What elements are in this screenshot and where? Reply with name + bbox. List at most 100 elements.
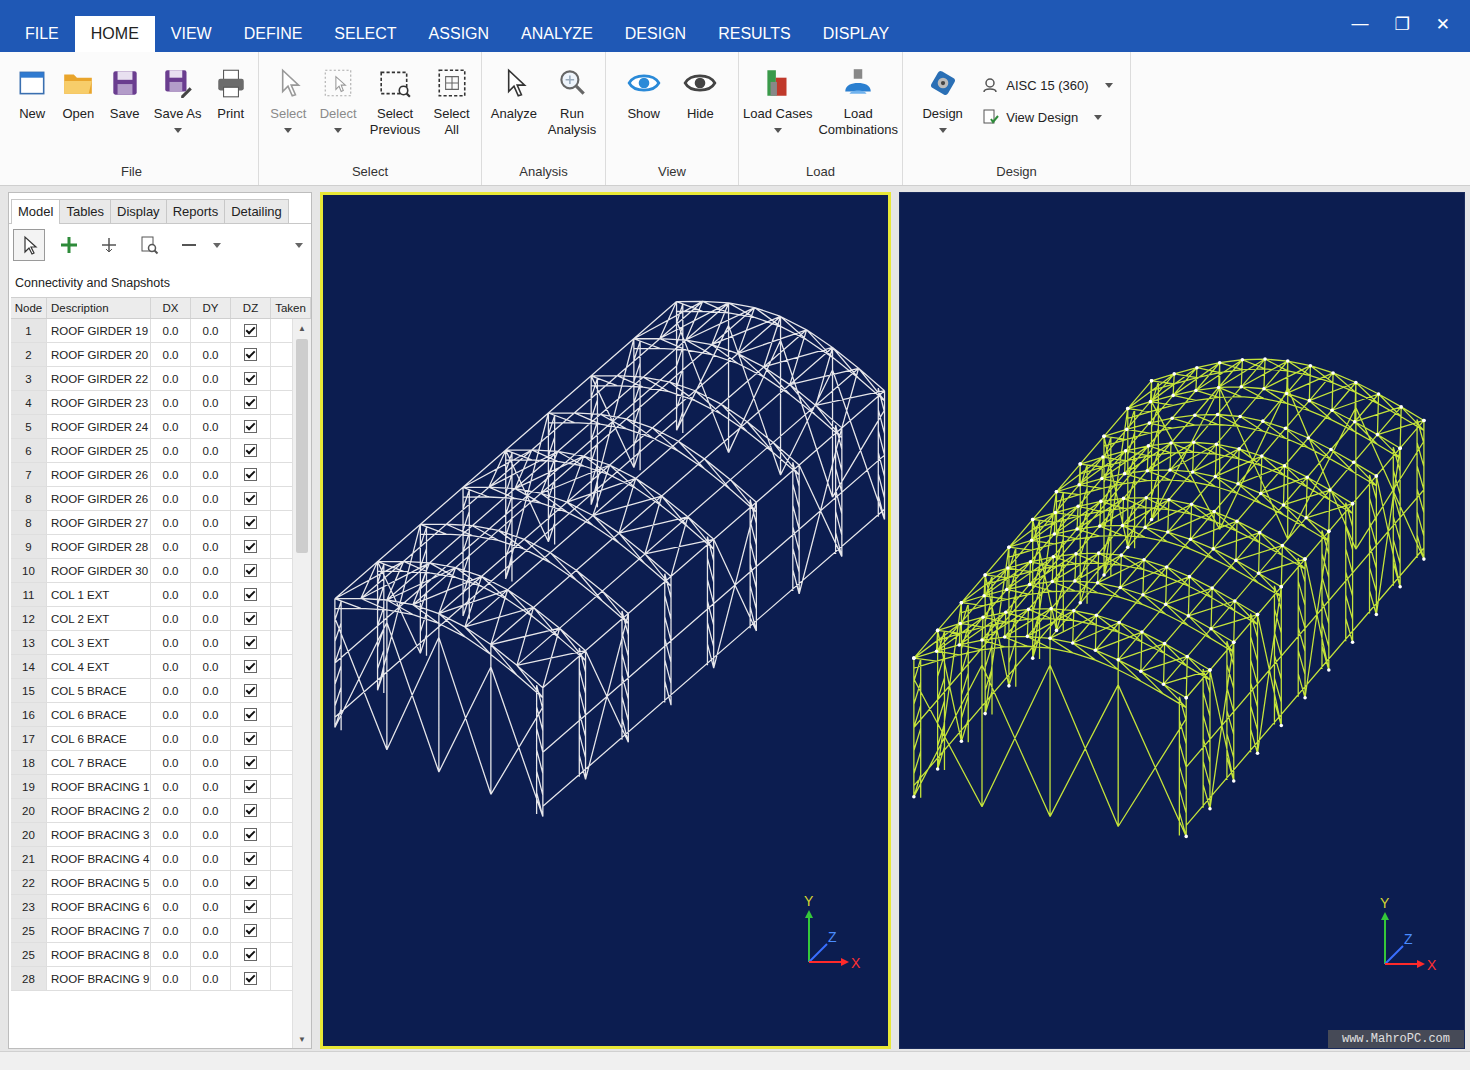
table-row[interactable]: 17COL 6 BRACE0.00.0 (11, 727, 292, 751)
window-control-button[interactable]: — (1352, 14, 1369, 35)
tool-button[interactable] (53, 229, 85, 261)
dz-checkbox[interactable] (244, 804, 257, 817)
dz-checkbox[interactable] (244, 780, 257, 793)
table-row[interactable]: 21ROOF BRACING 40.00.0 (11, 847, 292, 871)
scrollbar[interactable]: ▲▼ (292, 319, 311, 1048)
table-row[interactable]: 12COL 2 EXT0.00.0 (11, 607, 292, 631)
table-row[interactable]: 25ROOF BRACING 80.00.0 (11, 943, 292, 967)
dz-checkbox[interactable] (244, 372, 257, 385)
dz-checkbox[interactable] (244, 828, 257, 841)
dz-checkbox[interactable] (244, 444, 257, 457)
table-row[interactable]: 13COL 3 EXT0.00.0 (11, 631, 292, 655)
tool-button[interactable] (173, 229, 205, 261)
menu-tab[interactable]: FILE (9, 16, 75, 52)
menu-tab[interactable]: HOME (75, 16, 155, 52)
dz-checkbox[interactable] (244, 900, 257, 913)
ribbon-button[interactable]: Select (268, 66, 308, 133)
design-option[interactable]: View Design (982, 108, 1112, 126)
dz-checkbox[interactable] (244, 348, 257, 361)
tool-button[interactable] (13, 229, 45, 261)
dz-checkbox[interactable] (244, 396, 257, 409)
table-row[interactable]: 23ROOF BRACING 60.00.0 (11, 895, 292, 919)
ribbon-button[interactable]: Analyze (489, 66, 539, 122)
table-row[interactable]: 11COL 1 EXT0.00.0 (11, 583, 292, 607)
column-header[interactable]: DY (191, 298, 231, 318)
ribbon-button[interactable]: Load Combinations (816, 66, 899, 138)
menu-tab[interactable]: SELECT (318, 16, 412, 52)
panel-menu-caret[interactable] (295, 243, 303, 248)
ribbon-button[interactable]: Select All (432, 66, 472, 138)
window-control-button[interactable]: ❐ (1395, 14, 1410, 35)
ribbon-button[interactable]: Run Analysis (546, 66, 598, 138)
table-row[interactable]: 28ROOF BRACING 90.00.0 (11, 967, 292, 991)
menu-tab[interactable]: ASSIGN (413, 16, 505, 52)
table-row[interactable]: 7ROOF GIRDER 260.00.0 (11, 463, 292, 487)
column-header[interactable]: DX (151, 298, 191, 318)
menu-tab[interactable]: RESULTS (702, 16, 807, 52)
dz-checkbox[interactable] (244, 684, 257, 697)
ribbon-button[interactable]: Design (920, 66, 964, 133)
scroll-up-button[interactable]: ▲ (293, 319, 311, 337)
dz-checkbox[interactable] (244, 564, 257, 577)
table-row[interactable]: 8ROOF GIRDER 260.00.0 (11, 487, 292, 511)
ribbon-button[interactable]: Save As (152, 66, 204, 133)
table-row[interactable]: 18COL 7 BRACE0.00.0 (11, 751, 292, 775)
dz-checkbox[interactable] (244, 492, 257, 505)
ribbon-button[interactable]: Load Cases (741, 66, 814, 133)
ribbon-button[interactable]: Show (625, 66, 663, 122)
table-row[interactable]: 16COL 6 BRACE0.00.0 (11, 703, 292, 727)
table-row[interactable]: 3ROOF GIRDER 220.00.0 (11, 367, 292, 391)
dz-checkbox[interactable] (244, 948, 257, 961)
tool-button[interactable] (133, 229, 165, 261)
panel-tab[interactable]: Tables (59, 199, 111, 223)
column-header[interactable]: Node (11, 298, 47, 318)
ribbon-button[interactable]: New (13, 66, 51, 122)
table-row[interactable]: 10ROOF GIRDER 300.00.0 (11, 559, 292, 583)
table-row[interactable]: 4ROOF GIRDER 230.00.0 (11, 391, 292, 415)
menu-tab[interactable]: DEFINE (228, 16, 319, 52)
column-header[interactable]: Taken (271, 298, 311, 318)
tool-button[interactable] (93, 229, 125, 261)
column-header[interactable]: Description (47, 298, 151, 318)
dz-checkbox[interactable] (244, 636, 257, 649)
panel-tab[interactable]: Model (11, 199, 60, 224)
table-row[interactable]: 6ROOF GIRDER 250.00.0 (11, 439, 292, 463)
table-row[interactable]: 14COL 4 EXT0.00.0 (11, 655, 292, 679)
ribbon-button[interactable]: Delect (318, 66, 359, 133)
scroll-thumb[interactable] (296, 339, 308, 553)
dz-checkbox[interactable] (244, 324, 257, 337)
table-row[interactable]: 22ROOF BRACING 50.00.0 (11, 871, 292, 895)
dz-checkbox[interactable] (244, 468, 257, 481)
table-row[interactable]: 20ROOF BRACING 20.00.0 (11, 799, 292, 823)
dz-checkbox[interactable] (244, 516, 257, 529)
menu-tab[interactable]: DESIGN (609, 16, 702, 52)
ribbon-button[interactable]: Save (106, 66, 144, 122)
dz-checkbox[interactable] (244, 588, 257, 601)
table-row[interactable]: 25ROOF BRACING 70.00.0 (11, 919, 292, 943)
table-row[interactable]: 19ROOF BRACING 10.00.0 (11, 775, 292, 799)
dz-checkbox[interactable] (244, 876, 257, 889)
menu-tab[interactable]: DISPLAY (807, 16, 905, 52)
table-row[interactable]: 20ROOF BRACING 30.00.0 (11, 823, 292, 847)
table-row[interactable]: 5ROOF GIRDER 240.00.0 (11, 415, 292, 439)
model-viewport[interactable]: YZX (320, 192, 891, 1049)
dz-checkbox[interactable] (244, 756, 257, 769)
window-control-button[interactable]: ✕ (1436, 14, 1450, 35)
ribbon-button[interactable]: Hide (681, 66, 719, 122)
menu-tab[interactable]: VIEW (155, 16, 228, 52)
table-row[interactable]: 9ROOF GIRDER 280.00.0 (11, 535, 292, 559)
dz-checkbox[interactable] (244, 708, 257, 721)
table-row[interactable]: 8ROOF GIRDER 270.00.0 (11, 511, 292, 535)
panel-tab[interactable]: Detailing (224, 199, 289, 223)
dz-checkbox[interactable] (244, 852, 257, 865)
table-row[interactable]: 2ROOF GIRDER 200.00.0 (11, 343, 292, 367)
ribbon-button[interactable]: Print (212, 66, 250, 122)
panel-tab[interactable]: Reports (166, 199, 226, 223)
dz-checkbox[interactable] (244, 420, 257, 433)
ribbon-button[interactable]: Select Previous (368, 66, 423, 138)
design-option[interactable]: AISC 15 (360) (982, 76, 1112, 94)
dz-checkbox[interactable] (244, 540, 257, 553)
column-header[interactable]: DZ (231, 298, 271, 318)
dz-checkbox[interactable] (244, 732, 257, 745)
panel-tab[interactable]: Display (110, 199, 167, 223)
